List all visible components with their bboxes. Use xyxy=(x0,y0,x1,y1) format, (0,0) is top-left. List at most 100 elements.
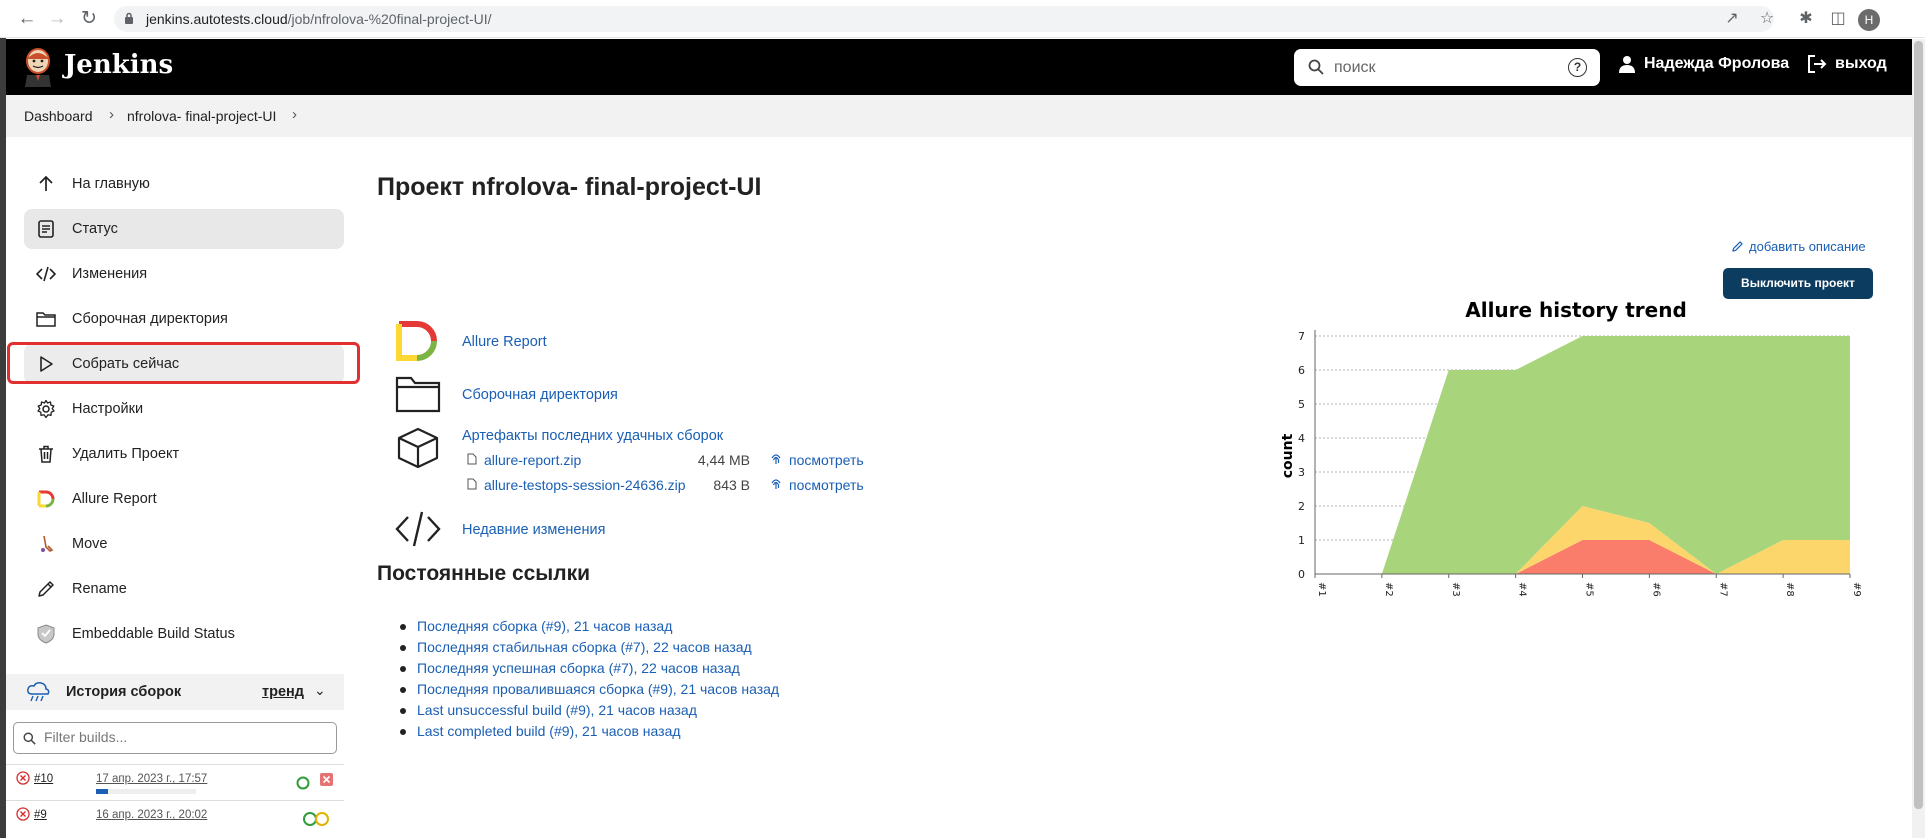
build-row: #9 16 апр. 2023 г., 20:02 xyxy=(6,800,344,836)
chevron-right-icon[interactable]: › xyxy=(292,106,297,123)
back-icon[interactable]: ← xyxy=(16,8,38,30)
sidebar-item-workspace[interactable]: Сборочная директория xyxy=(24,299,344,339)
sidebar-item-allure-report[interactable]: Allure Report xyxy=(24,479,344,519)
allure-icon xyxy=(37,490,55,508)
sidebar-item-delete[interactable]: Удалить Проект xyxy=(24,434,344,474)
breadcrumb-dashboard[interactable]: Dashboard xyxy=(24,108,93,124)
sidebar-item-label: Rename xyxy=(72,581,127,597)
sidebar-item-status[interactable]: Статус xyxy=(24,209,344,249)
reload-icon[interactable]: ↻ xyxy=(78,8,100,30)
highlight-annotation xyxy=(7,342,360,384)
user-menu[interactable]: Надежда Фролова xyxy=(1618,55,1789,73)
scrollbar[interactable] xyxy=(1912,39,1925,838)
allure-report-link[interactable]: Allure Report xyxy=(462,334,547,350)
sidebar-item-settings[interactable]: Настройки xyxy=(24,389,344,429)
fingerprint-icon[interactable] xyxy=(770,477,782,491)
fingerprint-icon[interactable] xyxy=(770,452,782,466)
y-tick-label: 2 xyxy=(1298,500,1305,513)
pencil-icon xyxy=(38,581,54,597)
search-input[interactable] xyxy=(1334,56,1554,80)
badge-icon xyxy=(37,624,55,644)
user-name: Надежда Фролова xyxy=(1644,55,1790,72)
gear-icon xyxy=(37,399,55,419)
failed-status-icon xyxy=(16,807,30,821)
x-tick-label: #6 xyxy=(1650,582,1661,597)
build-history-panel: История сборок тренд ⌄ #10 17 апр. 2023 … xyxy=(6,674,344,838)
artifact-name-link[interactable]: allure-testops-session-24636.zip xyxy=(484,477,686,493)
permalink-link[interactable]: Последняя стабильная сборка (#7), 22 час… xyxy=(417,639,752,655)
search-icon xyxy=(23,732,36,745)
y-tick-label: 6 xyxy=(1298,364,1305,377)
logout-button[interactable]: выход xyxy=(1807,55,1887,73)
sidebar-item-label: Статус xyxy=(72,221,118,237)
build-date[interactable]: 16 апр. 2023 г., 20:02 xyxy=(96,809,207,821)
workspace-link[interactable]: Сборочная директория xyxy=(462,387,618,403)
recent-changes-link[interactable]: Недавние изменения xyxy=(462,522,605,538)
jenkins-brand[interactable]: Jenkins xyxy=(64,50,173,80)
x-tick-label: #9 xyxy=(1851,582,1862,597)
share-icon[interactable]: ↗ xyxy=(1721,8,1743,30)
permalink-link[interactable]: Last completed build (#9), 21 часов наза… xyxy=(417,723,681,739)
sidebar-item-embeddable-build-status[interactable]: Embeddable Build Status xyxy=(24,614,344,654)
filter-builds-box xyxy=(13,722,337,754)
help-icon[interactable]: ? xyxy=(1568,58,1587,77)
build-date[interactable]: 17 апр. 2023 г., 17:57 xyxy=(96,773,207,785)
disable-project-button[interactable]: Выключить проект xyxy=(1723,268,1873,299)
breadcrumb: Dashboard › nfrolova- final-project-UI › xyxy=(6,95,1912,137)
x-tick-label: #7 xyxy=(1717,582,1728,597)
artifact-view-link[interactable]: посмотреть xyxy=(789,452,864,468)
sidebar-item-home[interactable]: На главную xyxy=(24,164,344,204)
abort-build-icon[interactable] xyxy=(320,773,333,786)
build-number[interactable]: #9 xyxy=(34,809,47,821)
pencil-icon xyxy=(1732,241,1743,252)
scrollbar-thumb[interactable] xyxy=(1914,41,1923,809)
folder-icon xyxy=(36,312,56,327)
code-icon xyxy=(395,511,441,547)
artifact-view-link[interactable]: посмотреть xyxy=(789,477,864,493)
build-number[interactable]: #10 xyxy=(34,773,53,785)
add-description-link[interactable]: добавить описание xyxy=(1731,239,1866,254)
page-title: Проект nfrolova- final-project-UI xyxy=(377,173,762,201)
chart-title: Allure history trend xyxy=(1465,298,1687,322)
artifacts-link[interactable]: Артефакты последних удачных сборок xyxy=(462,428,723,444)
file-icon xyxy=(467,453,477,465)
jenkins-logo-icon[interactable] xyxy=(22,47,54,87)
bookmark-star-icon[interactable]: ☆ xyxy=(1756,8,1778,30)
profile-avatar[interactable]: H xyxy=(1858,9,1880,31)
x-tick-label: #3 xyxy=(1450,582,1461,597)
sidebar-item-rename[interactable]: Rename xyxy=(24,569,344,609)
allure-icon xyxy=(396,321,437,361)
sidebar-item-label: Удалить Проект xyxy=(72,446,180,462)
sidebar-item-label: Allure Report xyxy=(72,491,157,507)
allure-report-badge-icon[interactable] xyxy=(302,811,332,827)
trend-link[interactable]: тренд xyxy=(262,684,304,700)
breadcrumb-project[interactable]: nfrolova- final-project-UI xyxy=(127,108,276,124)
sidebar-item-changes[interactable]: Изменения xyxy=(24,254,344,294)
browser-toolbar: ← → ↻ jenkins.autotests.cloud/job/nfrolo… xyxy=(0,0,1925,38)
permalink-link[interactable]: Последняя провалившаяся сборка (#9), 21 … xyxy=(417,681,779,697)
x-tick-label: #4 xyxy=(1517,582,1528,597)
search-icon xyxy=(1308,59,1324,75)
permalink-link[interactable]: Последняя сборка (#9), 21 часов назад xyxy=(417,618,672,634)
permalink-link[interactable]: Last unsuccessful build (#9), 21 часов н… xyxy=(417,702,697,718)
allure-history-trend-chart[interactable]: Allure history trend count 0 1 2 3 4 5 6 7 #1 #2 #… xyxy=(1270,296,1880,616)
lock-icon xyxy=(125,12,133,24)
artifact-size: 4,44 MB xyxy=(697,452,750,468)
list-item: Last unsuccessful build (#9), 21 часов н… xyxy=(400,702,779,723)
address-bar[interactable]: jenkins.autotests.cloud/job/nfrolova-%20… xyxy=(114,6,1774,32)
side-panel-icon[interactable]: ◫ xyxy=(1827,8,1849,30)
filter-builds-input[interactable] xyxy=(44,729,324,745)
chevron-down-icon[interactable]: ⌄ xyxy=(314,682,326,699)
extensions-icon[interactable]: ✱ xyxy=(1795,8,1817,30)
x-tick-label: #5 xyxy=(1584,582,1595,597)
forward-icon[interactable]: → xyxy=(46,8,68,30)
permalink-link[interactable]: Последняя успешная сборка (#7), 22 часов… xyxy=(417,660,740,676)
add-description-label: добавить описание xyxy=(1749,239,1866,254)
build-row: #10 17 апр. 2023 г., 17:57 xyxy=(6,764,344,800)
build-progress-fill xyxy=(96,789,108,794)
artifact-name-link[interactable]: allure-report.zip xyxy=(484,452,581,468)
logout-label: выход xyxy=(1835,55,1887,72)
console-spinner-icon[interactable] xyxy=(295,775,311,791)
artifact-row: allure-testops-session-24636.zip 843 B п… xyxy=(467,477,867,495)
sidebar-item-move[interactable]: Move xyxy=(24,524,344,564)
